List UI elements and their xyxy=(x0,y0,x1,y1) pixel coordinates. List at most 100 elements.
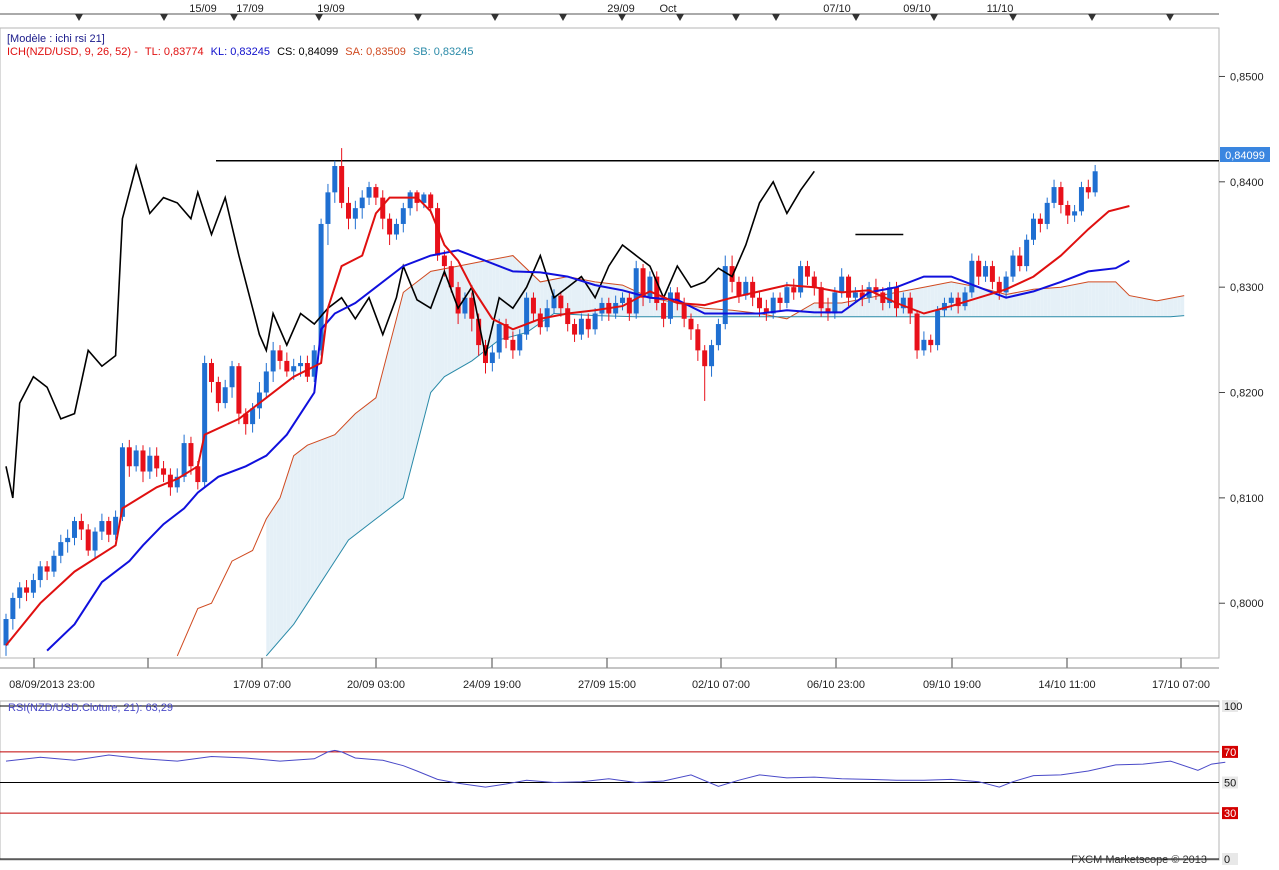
candle-body xyxy=(661,302,667,319)
cloud-segment xyxy=(345,420,349,546)
bottom-date-label: 17/10 07:00 xyxy=(1152,679,1210,691)
candle-body xyxy=(1058,187,1064,205)
cloud-segment xyxy=(978,287,983,317)
indicator-name: ICH(NZD/USD, 9, 26, 52) - xyxy=(7,46,138,58)
cloud-segment xyxy=(331,434,335,567)
top-date-label: 11/10 xyxy=(987,3,1014,15)
bottom-date-label: 06/10 23:00 xyxy=(807,679,865,691)
candle-body xyxy=(37,566,43,581)
cloud-segment xyxy=(1098,281,1102,317)
cloud-segment xyxy=(369,400,373,525)
cloud-segment xyxy=(406,287,411,485)
cloud-segment xyxy=(355,411,359,535)
bottom-date-label: 20/09 03:00 xyxy=(347,679,405,691)
candle-body xyxy=(1017,255,1023,267)
cloud-segment xyxy=(1057,287,1061,317)
candle-body xyxy=(339,166,345,203)
rsi-level-label: 100 xyxy=(1224,701,1242,713)
candle-body xyxy=(1031,218,1036,240)
cloud-segment xyxy=(673,302,678,317)
cloud-segment xyxy=(290,455,294,629)
candle-body xyxy=(989,266,995,282)
candle-body xyxy=(585,318,591,330)
cloud-segment xyxy=(1047,288,1051,317)
cloud-segment xyxy=(300,447,304,614)
cloud-segment xyxy=(1160,299,1164,317)
candle-body xyxy=(530,297,536,314)
candle-body xyxy=(811,276,817,288)
candle xyxy=(935,306,941,351)
candle xyxy=(667,287,673,325)
candle-body xyxy=(818,287,824,309)
cloud-segment xyxy=(297,450,301,619)
cloud-segment xyxy=(1146,298,1150,317)
cloud-segment xyxy=(403,289,407,498)
cloud-segment xyxy=(574,277,578,315)
candle-body xyxy=(935,310,941,346)
rsi-level-label: 30 xyxy=(1224,808,1236,820)
top-date-label: 19/09 xyxy=(317,3,345,15)
cloud-segment xyxy=(1163,298,1168,317)
cloud-segment xyxy=(1054,287,1058,317)
top-axis-tick xyxy=(618,14,626,21)
cloud-segment xyxy=(338,427,342,556)
candle-body xyxy=(209,363,214,382)
candle-body xyxy=(51,555,57,572)
indicator-legend: ICH(NZD/USD, 9, 26, 52) - TL: 0,83774 KL… xyxy=(7,46,473,59)
bottom-date-label: 09/10 19:00 xyxy=(923,679,981,691)
cloud-segment xyxy=(427,271,431,406)
candle-body xyxy=(1037,218,1043,224)
candle-body xyxy=(188,443,194,467)
candle-body xyxy=(626,297,632,314)
cloud-segment xyxy=(1050,287,1054,317)
cloud-segment xyxy=(1078,283,1082,317)
candle-body xyxy=(667,292,673,319)
cloud-segment xyxy=(1170,297,1174,317)
cloud-segment xyxy=(492,258,496,346)
candle-body xyxy=(524,297,530,335)
cloud-segment xyxy=(512,255,517,337)
cloud-segment xyxy=(982,288,986,317)
top-axis-tick xyxy=(676,14,684,21)
candle-body xyxy=(510,339,516,351)
cs-value: CS: 0,84099 xyxy=(277,46,339,58)
price-tick-label: 0,8400 xyxy=(1230,177,1264,189)
cloud-segment xyxy=(1067,285,1072,317)
footer-copyright: FXCM Marketscope © 2013 xyxy=(1071,854,1207,866)
sb-value: SB: 0,83245 xyxy=(412,46,474,58)
bottom-date-label: 17/09 07:00 xyxy=(233,679,291,691)
candle-body xyxy=(558,295,564,309)
kl-value: KL: 0,83245 xyxy=(210,46,270,58)
candle-body xyxy=(154,455,160,469)
rsi-plot-frame xyxy=(0,700,1220,861)
cloud-segment xyxy=(509,255,513,338)
candle-body xyxy=(804,266,810,277)
cloud-segment xyxy=(293,453,298,625)
cloud-segment xyxy=(273,503,277,648)
candle-body xyxy=(969,260,975,293)
candle-body xyxy=(852,292,858,298)
candle-body xyxy=(489,352,495,364)
candle-body xyxy=(236,366,242,414)
candle-body xyxy=(140,450,146,472)
candle-body xyxy=(24,587,30,593)
candle-body xyxy=(736,281,742,296)
candle-body xyxy=(1092,171,1098,193)
cloud-segment xyxy=(1033,289,1037,317)
candle-body xyxy=(798,266,804,293)
candle xyxy=(524,292,530,340)
cloud-segment xyxy=(1043,288,1048,317)
top-axis-tick xyxy=(1166,14,1174,21)
candle-body xyxy=(10,597,16,620)
cloud-segment xyxy=(1177,296,1181,317)
cloud-segment xyxy=(869,297,873,317)
candle-body xyxy=(147,455,153,472)
candle-body xyxy=(839,276,845,293)
top-axis-tick xyxy=(732,14,740,21)
top-axis-tick xyxy=(315,14,323,21)
cloud-segment xyxy=(348,417,352,540)
cloud-segment xyxy=(1030,289,1034,317)
cloud-segment xyxy=(276,497,280,644)
last-price-tag-label: 0,84099 xyxy=(1225,150,1265,162)
candle-body xyxy=(469,297,475,319)
